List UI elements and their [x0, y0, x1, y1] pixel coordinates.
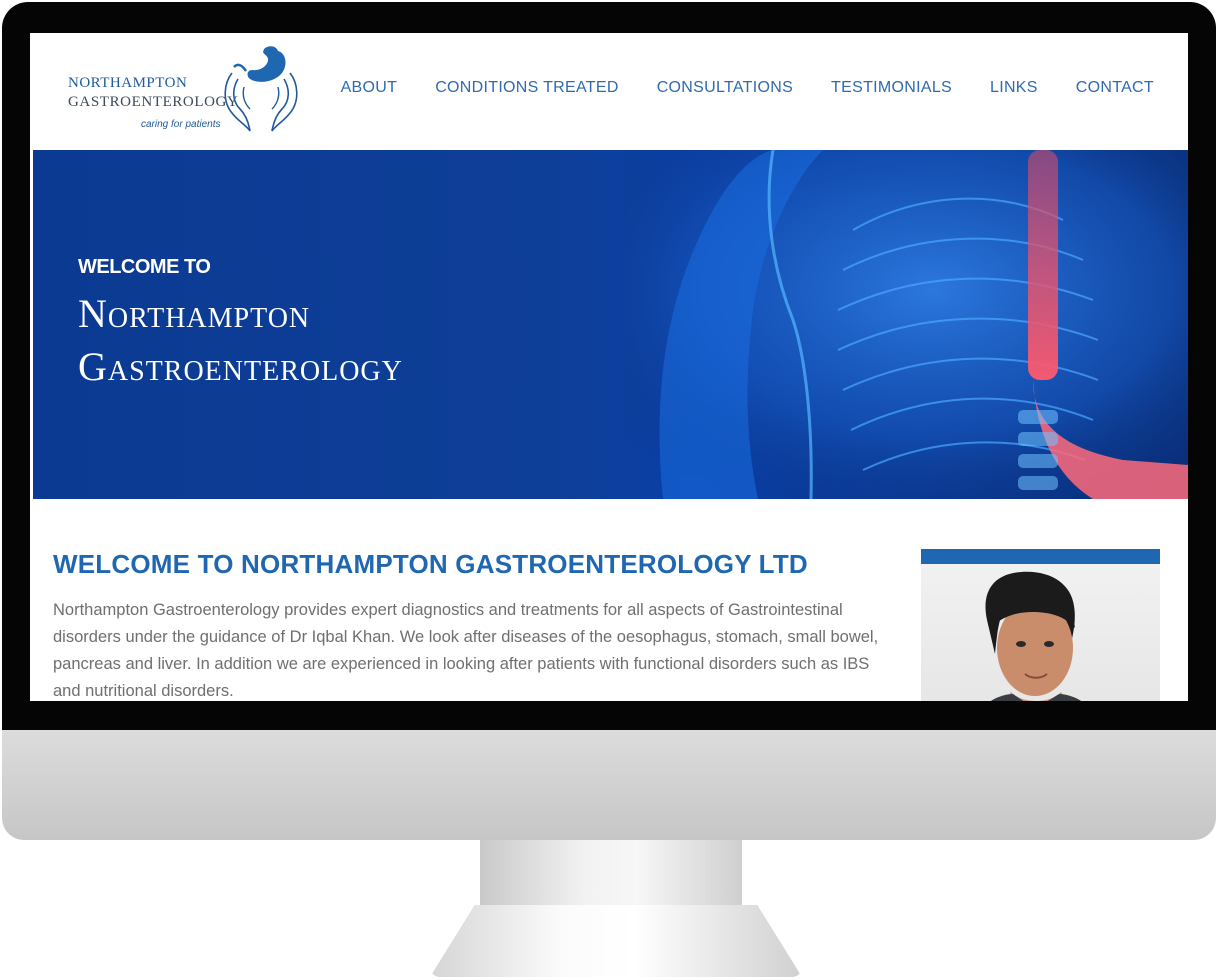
nav-consultations[interactable]: CONSULTATIONS [657, 79, 793, 97]
logo-tagline: caring for patients [141, 119, 221, 130]
sidebar-accent-bar [921, 549, 1160, 564]
site-header: NORTHAMPTON GASTROENTEROLOGY caring for … [30, 33, 1188, 150]
logo-text-line2: GASTROENTEROLOGY [68, 94, 239, 110]
doctor-portrait-icon [985, 571, 1082, 701]
stomach-in-hands-icon [224, 46, 298, 132]
monitor-chin [2, 730, 1216, 840]
doctor-photo [921, 564, 1160, 701]
nav-links[interactable]: LINKS [990, 79, 1038, 97]
nav-conditions-treated[interactable]: CONDITIONS TREATED [435, 79, 619, 97]
logo-text-line1: NORTHAMPTON [68, 75, 188, 91]
hero-banner: WELCOME TO Northampton Gastroenterology [33, 150, 1188, 499]
nav-contact[interactable]: CONTACT [1076, 79, 1154, 97]
main-content: WELCOME TO NORTHAMPTON GASTROENTEROLOGY … [30, 499, 1188, 701]
torso-xray-illustration [623, 150, 1188, 499]
intro-heading: WELCOME TO NORTHAMPTON GASTROENTEROLOGY … [53, 549, 808, 579]
site-logo[interactable]: NORTHAMPTON GASTROENTEROLOGY caring for … [66, 43, 316, 143]
monitor-stand-neck [480, 840, 742, 910]
nav-about[interactable]: ABOUT [341, 79, 398, 97]
doctor-sidebar [921, 549, 1160, 701]
nav-testimonials[interactable]: TESTIMONIALS [831, 79, 952, 97]
website-screen: NORTHAMPTON GASTROENTEROLOGY caring for … [30, 33, 1188, 701]
hero-title-line2: Gastroenterology [78, 344, 403, 389]
hero-title-line1: Northampton [78, 291, 311, 336]
intro-paragraph: Northampton Gastroenterology provides ex… [53, 601, 879, 700]
main-nav: ABOUT CONDITIONS TREATED CONSULTATIONS T… [341, 79, 1154, 97]
hero-welcome-text: WELCOME TO [78, 256, 211, 278]
monitor-stand-foot [430, 905, 802, 977]
